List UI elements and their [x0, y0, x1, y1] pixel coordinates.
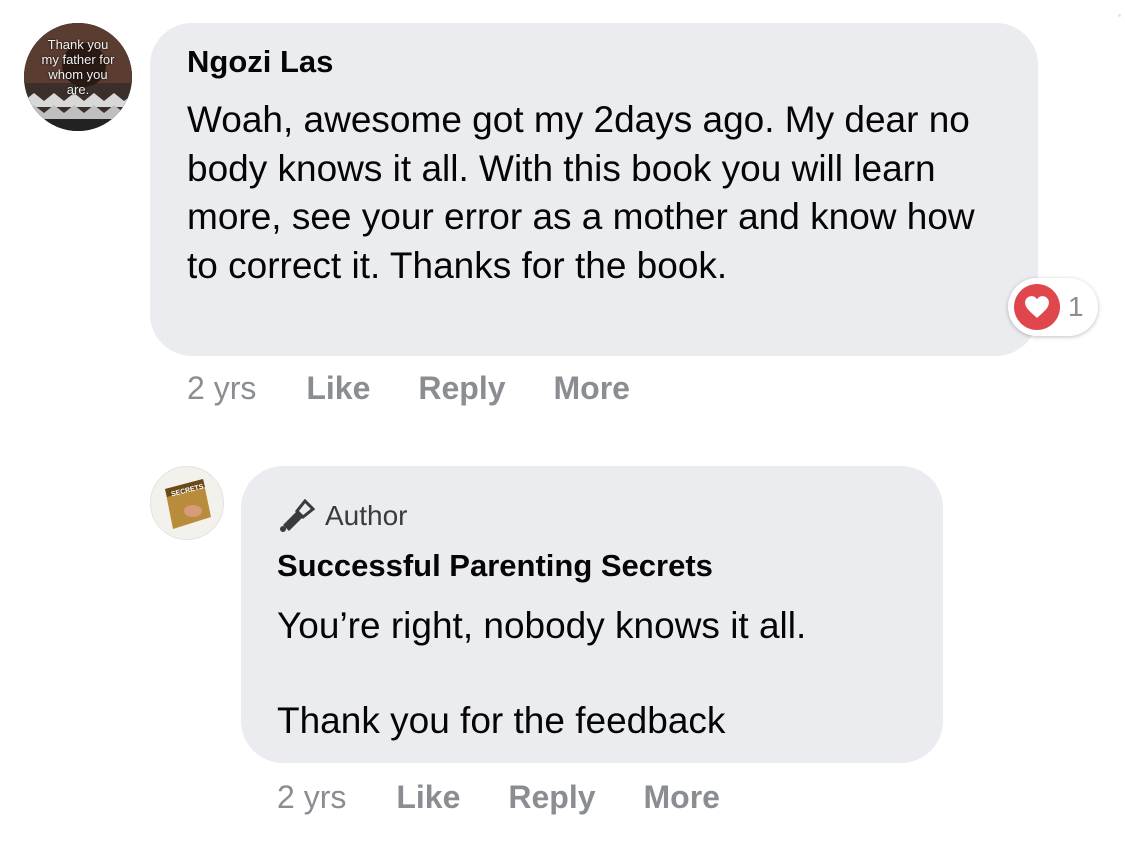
reaction-summary[interactable]: 1: [1008, 278, 1098, 336]
book-cover-image: SECRETS: [151, 467, 223, 539]
comment-timestamp[interactable]: 2 yrs: [187, 370, 256, 407]
reply-text-line-2: Thank you for the feedback: [277, 700, 726, 741]
comment-text: Woah, awesome got my 2days ago. My dear …: [187, 99, 975, 286]
avatar-caption: Thank you my father for whom you are.: [41, 37, 115, 97]
reply-reply-button[interactable]: Reply: [508, 779, 595, 816]
comment-author-name[interactable]: Ngozi Las: [187, 44, 333, 80]
reply-more-button[interactable]: More: [644, 779, 720, 816]
like-button[interactable]: Like: [306, 370, 370, 407]
author-avatar[interactable]: SECRETS: [150, 466, 224, 540]
reply-text-line-1: You’re right, nobody knows it all.: [277, 605, 807, 646]
more-button[interactable]: More: [554, 370, 630, 407]
scroll-indicator: [1118, 14, 1121, 17]
commenter-avatar[interactable]: Thank you my father for whom you are.: [24, 23, 132, 131]
heart-icon: [1014, 284, 1060, 330]
author-badge-label: Author: [325, 500, 408, 531]
author-badge: Author: [277, 496, 408, 536]
reaction-count: 1: [1068, 291, 1084, 322]
reply-timestamp[interactable]: 2 yrs: [277, 779, 346, 816]
megaphone-icon: [280, 499, 315, 532]
comment-actions: 2 yrs Like Reply More: [187, 370, 678, 407]
reply-button[interactable]: Reply: [418, 370, 505, 407]
reply-like-button[interactable]: Like: [396, 779, 460, 816]
reply-author-name[interactable]: Successful Parenting Secrets: [277, 548, 713, 584]
reply-actions: 2 yrs Like Reply More: [277, 779, 768, 816]
